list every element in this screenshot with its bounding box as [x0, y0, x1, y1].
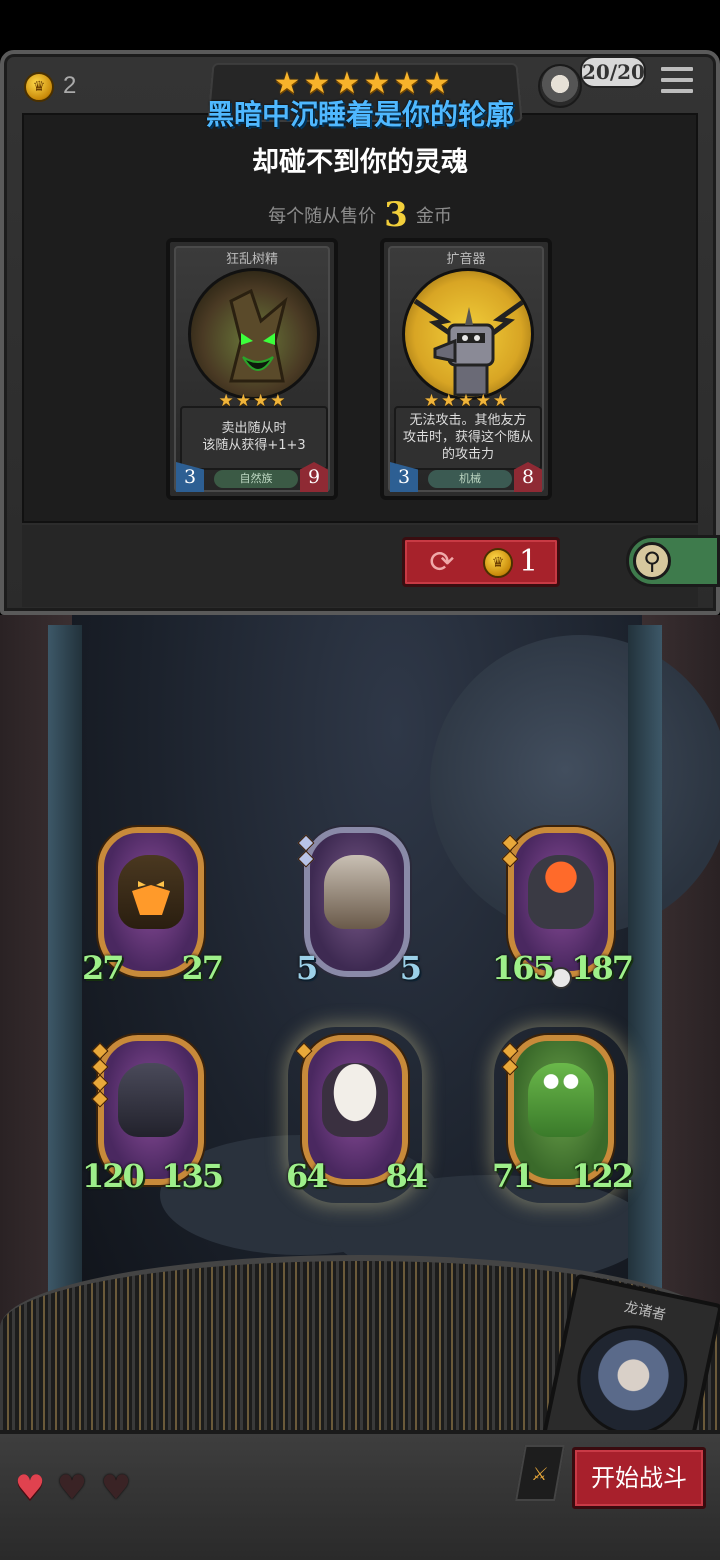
turn-counter: 20/20	[580, 56, 646, 88]
shop-card[interactable]: 狂乱树精 ★ ★ ★ ★ 卖出随从时 该随从获得+1+3 3 自然族 9	[166, 238, 338, 500]
card-description: 卖出随从时 该随从获得+1+3	[180, 406, 328, 470]
minion-health: 84	[385, 1157, 428, 1195]
megaphone-robot-portrait	[402, 268, 534, 400]
player-avatar[interactable]	[538, 64, 582, 108]
battle-board: 27 27 5 5 165 187 120 135 64 84 71 122 龙…	[0, 615, 720, 1560]
board-minion[interactable]: 5 5	[296, 827, 422, 987]
minion-portrait	[118, 1063, 184, 1137]
shop-title-line2: 却碰不到你的灵魂	[252, 147, 468, 178]
sell-price-info: 每个随从售价 3 金币	[0, 195, 720, 235]
right-pillar	[628, 625, 662, 1325]
treant-portrait	[188, 268, 320, 400]
sell-price-suffix: 金币	[415, 206, 452, 227]
sell-price-prefix: 每个随从售价	[268, 206, 377, 227]
refresh-cost: 1	[519, 544, 539, 579]
shop-action-bar	[22, 525, 698, 607]
card-tribe: 机械	[428, 470, 512, 488]
board-minion[interactable]: 64 84	[286, 1035, 428, 1195]
minion-health: 135	[161, 1157, 224, 1195]
card-name: 扩音器	[446, 252, 486, 267]
hero-portrait	[567, 1315, 698, 1446]
board-minion[interactable]: 165 187	[492, 827, 634, 989]
minion-health: 27	[181, 949, 224, 987]
skull-icon	[550, 967, 572, 989]
minion-portrait	[322, 1063, 388, 1137]
minion-health: 187	[571, 949, 634, 987]
refresh-shop-button[interactable]: ⟳ ♛ 1	[402, 537, 560, 587]
minion-attack: 71	[492, 1157, 535, 1195]
minion-health: 122	[571, 1157, 634, 1195]
minion-portrait	[528, 855, 594, 929]
left-pillar	[48, 625, 82, 1325]
start-battle-button[interactable]: 开始战斗	[572, 1447, 706, 1509]
minion-portrait	[324, 855, 390, 929]
card-tribe: 自然族	[214, 470, 298, 488]
heart-empty-icon: ♥	[56, 1468, 88, 1508]
card-name: 狂乱树精	[225, 252, 278, 267]
menu-icon[interactable]	[660, 66, 694, 98]
board-minion[interactable]: 27 27	[82, 827, 224, 987]
minion-attack: 165	[492, 949, 555, 987]
minion-attack: 64	[286, 1157, 329, 1195]
minion-health: 5	[399, 949, 422, 987]
heart-icon: ♥	[14, 1468, 46, 1508]
minion-attack: 5	[296, 949, 318, 987]
search-button[interactable]: ⚲	[626, 535, 720, 587]
minion-attack: 27	[82, 949, 125, 987]
minion-portrait	[528, 1063, 594, 1137]
gold-coin-icon: ♛	[483, 548, 513, 578]
shop-title-line1: 黑暗中沉睡着是你的轮廓	[205, 98, 514, 131]
minion-attack: 120	[82, 1157, 145, 1195]
refresh-icon: ⟳	[429, 545, 455, 580]
shop-card[interactable]: 扩音器 ★ ★ ★ ★ ★ 无法攻击。其他友方 攻击时，获得这个随从 的攻击力 3 机械…	[380, 238, 552, 500]
board-minion[interactable]: 71 122	[492, 1035, 634, 1195]
heart-empty-icon: ♥	[100, 1468, 132, 1508]
card-description: 无法攻击。其他友方 攻击时，获得这个随从 的攻击力	[394, 406, 542, 470]
sell-price-value: 3	[384, 195, 408, 235]
minion-portrait	[118, 855, 184, 929]
board-minion[interactable]: 120 135	[82, 1035, 224, 1195]
search-icon: ⚲	[633, 542, 671, 580]
